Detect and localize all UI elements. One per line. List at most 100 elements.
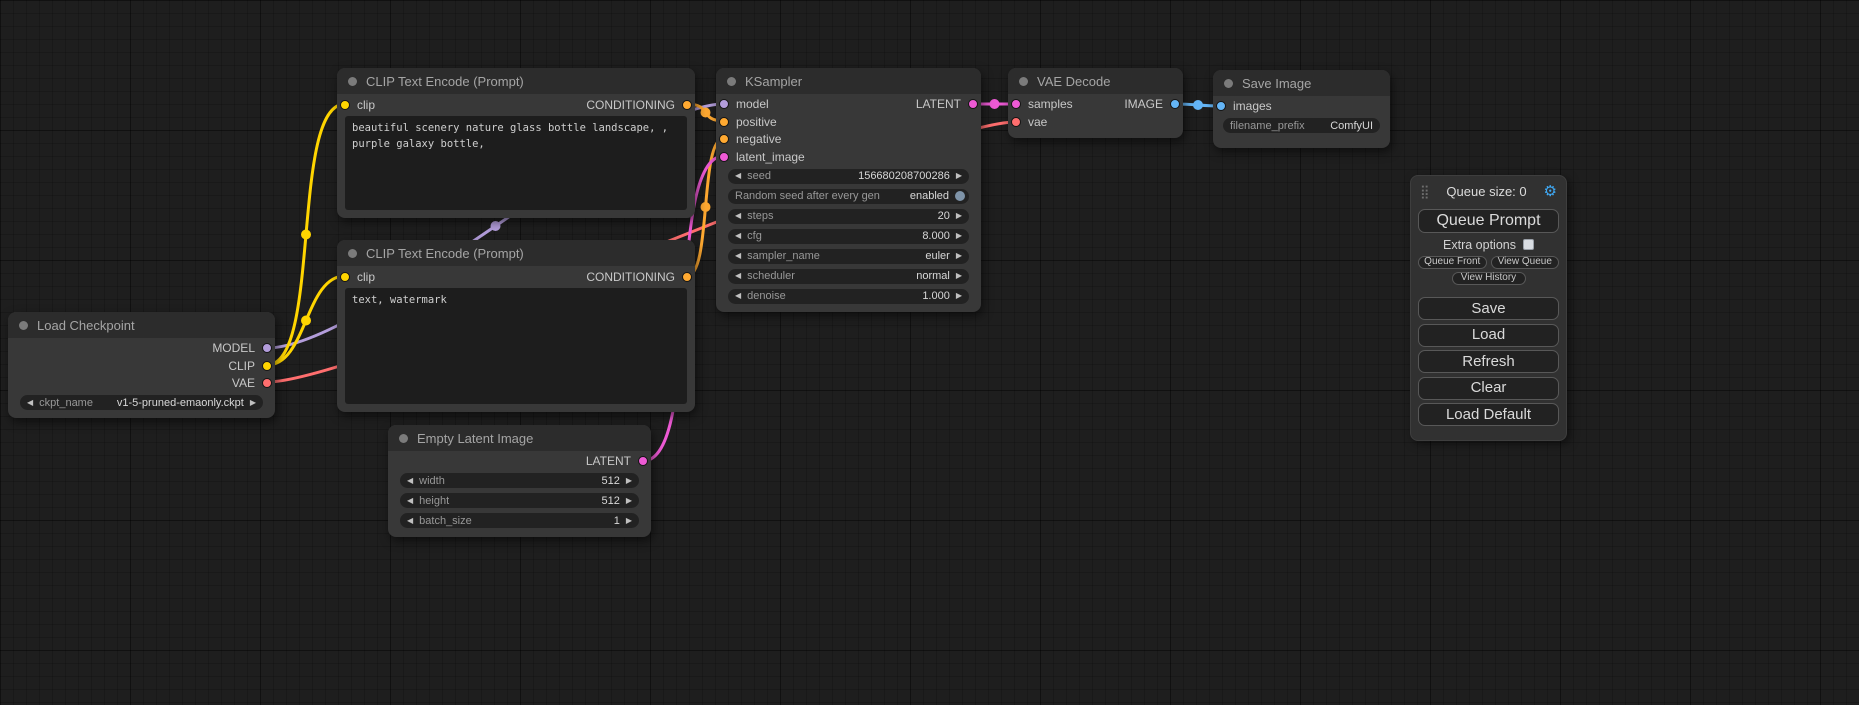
slot-label: CONDITIONING xyxy=(586,270,675,284)
toggle-knob-icon[interactable] xyxy=(955,191,965,201)
increment-arrow-icon[interactable]: ▶ xyxy=(956,252,962,260)
widget-value: 1 xyxy=(614,515,620,527)
decrement-arrow-icon[interactable]: ◀ xyxy=(735,232,741,240)
node-title-bar[interactable]: CLIP Text Encode (Prompt) xyxy=(337,240,695,266)
decrement-arrow-icon[interactable]: ◀ xyxy=(735,272,741,280)
node-title-bar[interactable]: Save Image xyxy=(1213,70,1390,96)
collapse-dot-icon[interactable] xyxy=(727,77,736,86)
widget-batch-size[interactable]: ◀ batch_size 1 ▶ xyxy=(400,513,639,528)
decrement-arrow-icon[interactable]: ◀ xyxy=(735,292,741,300)
output-port-latent[interactable] xyxy=(638,456,648,466)
prompt-textarea[interactable]: text, watermark xyxy=(345,288,687,404)
increment-arrow-icon[interactable]: ▶ xyxy=(956,232,962,240)
increment-arrow-icon[interactable]: ▶ xyxy=(250,399,256,407)
output-port-latent[interactable] xyxy=(968,99,978,109)
queue-prompt-button[interactable]: Queue Prompt xyxy=(1418,209,1559,233)
input-port-model[interactable] xyxy=(719,99,729,109)
output-port-conditioning[interactable] xyxy=(682,100,692,110)
increment-arrow-icon[interactable]: ▶ xyxy=(956,212,962,220)
collapse-dot-icon[interactable] xyxy=(19,321,28,330)
output-slot-image: IMAGE xyxy=(1124,97,1180,111)
widget-steps[interactable]: ◀ steps 20 ▶ xyxy=(728,209,969,224)
input-port-vae[interactable] xyxy=(1011,117,1021,127)
collapse-dot-icon[interactable] xyxy=(348,77,357,86)
node-empty-latent-image[interactable]: Empty Latent Image LATENT ◀ width 512 ▶ … xyxy=(388,425,651,537)
node-title-bar[interactable]: Empty Latent Image xyxy=(388,425,651,451)
widget-filename-prefix[interactable]: filename_prefix ComfyUI xyxy=(1223,118,1380,133)
decrement-arrow-icon[interactable]: ◀ xyxy=(27,399,33,407)
settings-gear-icon[interactable]: ⚙ xyxy=(1544,184,1557,199)
decrement-arrow-icon[interactable]: ◀ xyxy=(407,517,413,525)
node-title-bar[interactable]: CLIP Text Encode (Prompt) xyxy=(337,68,695,94)
queue-front-button[interactable]: Queue Front xyxy=(1418,256,1487,269)
slot-label: LATENT xyxy=(586,454,631,468)
clear-button[interactable]: Clear xyxy=(1418,377,1559,400)
node-ksampler[interactable]: KSampler model LATENT positive xyxy=(716,68,981,312)
increment-arrow-icon[interactable]: ▶ xyxy=(956,292,962,300)
output-port-image[interactable] xyxy=(1170,99,1180,109)
prompt-textarea[interactable]: beautiful scenery nature glass bottle la… xyxy=(345,116,687,210)
decrement-arrow-icon[interactable]: ◀ xyxy=(735,252,741,260)
drag-handle-icon[interactable]: ⣿ xyxy=(1420,185,1430,198)
node-title-bar[interactable]: KSampler xyxy=(716,68,981,94)
increment-arrow-icon[interactable]: ▶ xyxy=(956,272,962,280)
node-clip-text-encode-negative[interactable]: CLIP Text Encode (Prompt) clip CONDITION… xyxy=(337,240,695,412)
widget-denoise[interactable]: ◀ denoise 1.000 ▶ xyxy=(728,289,969,304)
output-port-conditioning[interactable] xyxy=(682,272,692,282)
collapse-dot-icon[interactable] xyxy=(399,434,408,443)
increment-arrow-icon[interactable]: ▶ xyxy=(956,172,962,180)
node-clip-text-encode-positive[interactable]: CLIP Text Encode (Prompt) clip CONDITION… xyxy=(337,68,695,218)
input-port-clip[interactable] xyxy=(340,272,350,282)
refresh-button[interactable]: Refresh xyxy=(1418,350,1559,373)
collapse-dot-icon[interactable] xyxy=(348,249,357,258)
decrement-arrow-icon[interactable]: ◀ xyxy=(407,477,413,485)
extra-options-checkbox[interactable] xyxy=(1523,239,1534,250)
slot-label: LATENT xyxy=(916,97,961,111)
input-port-samples[interactable] xyxy=(1011,99,1021,109)
node-graph-canvas[interactable]: Load Checkpoint MODEL CLIP VAE xyxy=(0,0,1859,705)
wire-midpoint-dot xyxy=(491,221,501,231)
widget-sampler-name[interactable]: ◀ sampler_name euler ▶ xyxy=(728,249,969,264)
node-title: Save Image xyxy=(1242,76,1311,91)
input-port-images[interactable] xyxy=(1216,101,1226,111)
input-port-clip[interactable] xyxy=(340,100,350,110)
collapse-dot-icon[interactable] xyxy=(1019,77,1028,86)
increment-arrow-icon[interactable]: ▶ xyxy=(626,497,632,505)
node-title-bar[interactable]: Load Checkpoint xyxy=(8,312,275,338)
widget-seed[interactable]: ◀ seed 156680208700286 ▶ xyxy=(728,169,969,184)
load-default-button[interactable]: Load Default xyxy=(1418,403,1559,426)
widget-width[interactable]: ◀ width 512 ▶ xyxy=(400,473,639,488)
widget-label: height xyxy=(419,495,449,507)
input-slot-samples: samples xyxy=(1011,97,1073,111)
load-button[interactable]: Load xyxy=(1418,324,1559,347)
save-button[interactable]: Save xyxy=(1418,297,1559,320)
decrement-arrow-icon[interactable]: ◀ xyxy=(735,172,741,180)
view-queue-button[interactable]: View Queue xyxy=(1491,256,1560,269)
decrement-arrow-icon[interactable]: ◀ xyxy=(735,212,741,220)
node-load-checkpoint[interactable]: Load Checkpoint MODEL CLIP VAE xyxy=(8,312,275,418)
increment-arrow-icon[interactable]: ▶ xyxy=(626,477,632,485)
slot-label: negative xyxy=(736,132,781,146)
input-port-latent-image[interactable] xyxy=(719,152,729,162)
output-port-clip[interactable] xyxy=(262,361,272,371)
widget-value: 20 xyxy=(938,210,950,222)
output-port-vae[interactable] xyxy=(262,378,272,388)
widget-label: Random seed after every gen xyxy=(735,190,880,202)
widget-control-after-generate[interactable]: Random seed after every gen enabled xyxy=(728,189,969,204)
input-port-positive[interactable] xyxy=(719,117,729,127)
widget-value: euler xyxy=(925,250,949,262)
increment-arrow-icon[interactable]: ▶ xyxy=(626,517,632,525)
node-vae-decode[interactable]: VAE Decode samples IMAGE vae xyxy=(1008,68,1183,138)
widget-ckpt-name[interactable]: ◀ ckpt_name v1-5-pruned-emaonly.ckpt ▶ xyxy=(20,395,263,410)
input-port-negative[interactable] xyxy=(719,134,729,144)
widget-value: 8.000 xyxy=(922,230,950,242)
widget-scheduler[interactable]: ◀ scheduler normal ▶ xyxy=(728,269,969,284)
output-port-model[interactable] xyxy=(262,343,272,353)
widget-cfg[interactable]: ◀ cfg 8.000 ▶ xyxy=(728,229,969,244)
collapse-dot-icon[interactable] xyxy=(1224,79,1233,88)
view-history-button[interactable]: View History xyxy=(1452,272,1526,285)
decrement-arrow-icon[interactable]: ◀ xyxy=(407,497,413,505)
widget-height[interactable]: ◀ height 512 ▶ xyxy=(400,493,639,508)
node-save-image[interactable]: Save Image images filename_prefix ComfyU… xyxy=(1213,70,1390,148)
node-title-bar[interactable]: VAE Decode xyxy=(1008,68,1183,94)
